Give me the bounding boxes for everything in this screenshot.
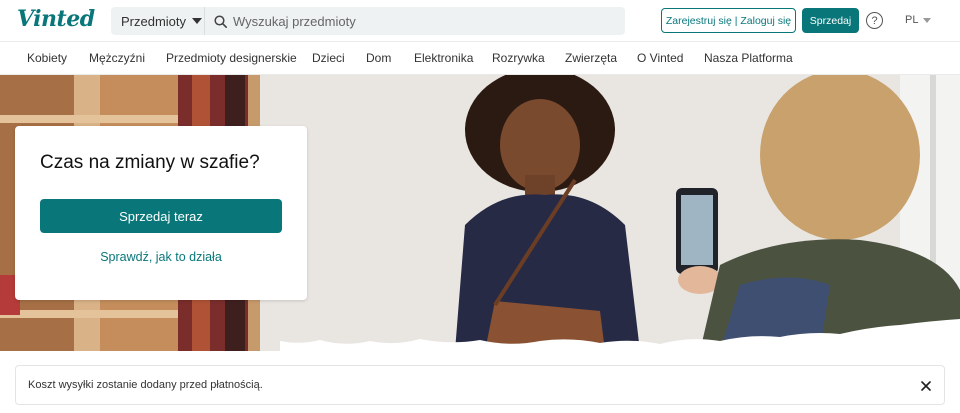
search-input[interactable] — [233, 13, 625, 29]
help-icon[interactable]: ? — [866, 12, 883, 29]
nav-item-o-vinted[interactable]: O Vinted — [637, 51, 683, 65]
language-label: PL — [905, 14, 919, 26]
category-select[interactable]: Przedmioty — [111, 7, 205, 35]
nav-item-mezczyzni[interactable]: Mężczyźni — [89, 51, 145, 65]
nav-item-kobiety[interactable]: Kobiety — [27, 51, 67, 65]
sell-now-button[interactable]: Sprzedaj teraz — [40, 199, 282, 233]
nav-item-zwierzeta[interactable]: Zwierzęta — [565, 51, 617, 65]
close-icon[interactable] — [920, 379, 932, 391]
nav-item-rozrywka[interactable]: Rozrywka — [492, 51, 545, 65]
hero-card: Czas na zmiany w szafie? Sprzedaj teraz … — [15, 126, 307, 300]
nav-item-dom[interactable]: Dom — [366, 51, 391, 65]
nav-item-elektronika[interactable]: Elektronika — [414, 51, 473, 65]
hero-title: Czas na zmiany w szafie? — [40, 152, 260, 173]
register-login-button[interactable]: Zarejestruj się | Zaloguj się — [661, 8, 796, 33]
how-it-works-link[interactable]: Sprawdź, jak to działa — [40, 250, 282, 264]
vinted-logo[interactable]: Vinted — [17, 6, 95, 32]
chevron-down-icon — [923, 17, 932, 23]
category-select-label: Przedmioty — [121, 13, 187, 29]
chevron-down-icon — [192, 18, 203, 24]
sell-button[interactable]: Sprzedaj — [802, 8, 859, 33]
search-bar: Przedmioty — [111, 7, 625, 35]
search-icon — [214, 14, 227, 28]
top-header: Vinted Przedmioty Zarejestruj się | Zalo… — [0, 0, 960, 41]
nav-item-dzieci[interactable]: Dzieci — [312, 51, 345, 65]
nav-item-designer[interactable]: Przedmioty designerskie — [166, 51, 297, 65]
shipping-notice-text: Koszt wysyłki zostanie dodany przed płat… — [28, 379, 263, 391]
hero-banner: Czas na zmiany w szafie? Sprzedaj teraz … — [0, 75, 960, 351]
nav-item-nasza-platforma[interactable]: Nasza Platforma — [704, 51, 793, 65]
language-select[interactable]: PL — [905, 14, 932, 26]
shipping-notice: Koszt wysyłki zostanie dodany przed płat… — [15, 365, 945, 405]
category-nav: Kobiety Mężczyźni Przedmioty designerski… — [0, 41, 960, 75]
